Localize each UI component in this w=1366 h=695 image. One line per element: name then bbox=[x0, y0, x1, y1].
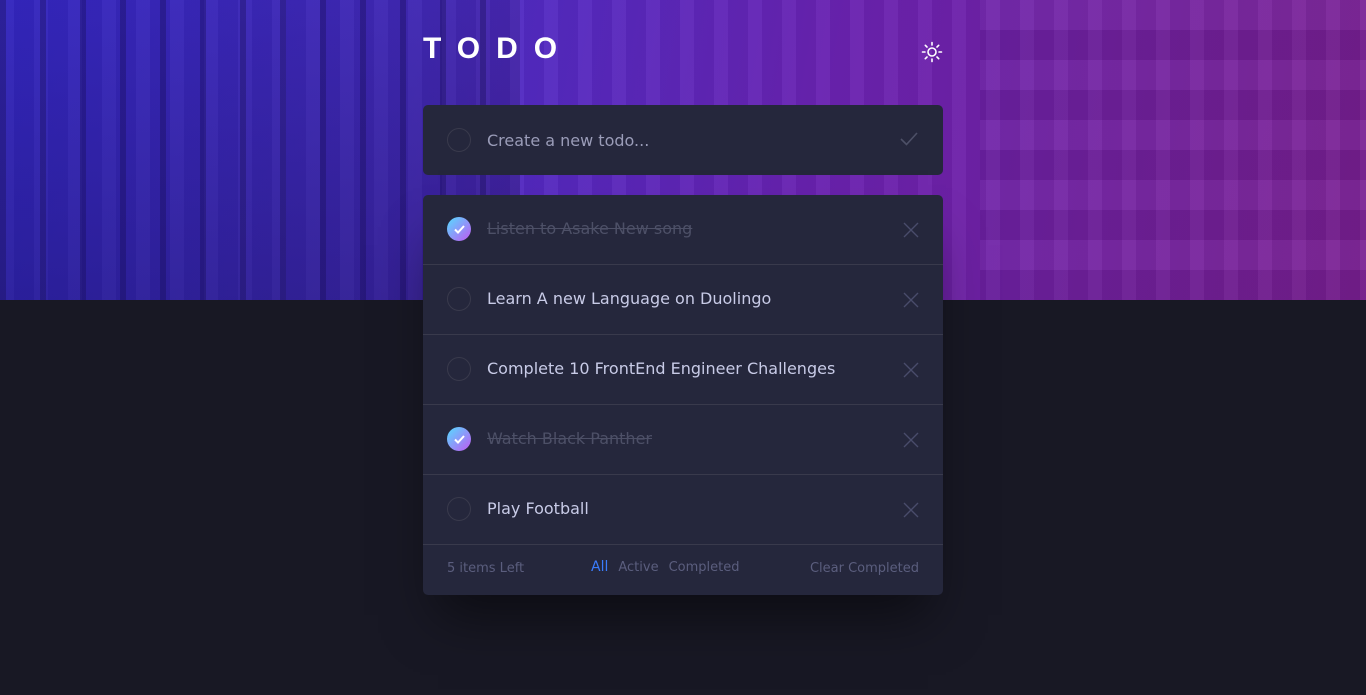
create-todo-circle[interactable] bbox=[447, 128, 471, 152]
todo-text: Complete 10 FrontEnd Engineer Challenges bbox=[487, 359, 836, 378]
todo-text: Watch Black Panther bbox=[487, 429, 652, 448]
todo-text: Learn A new Language on Duolingo bbox=[487, 289, 772, 308]
todo-item: Listen to Asake New song bbox=[423, 195, 943, 265]
cross-icon[interactable] bbox=[903, 362, 919, 378]
todo-item: Complete 10 FrontEnd Engineer Challenges bbox=[423, 335, 943, 405]
todo-toggle[interactable] bbox=[447, 217, 471, 241]
cross-icon[interactable] bbox=[903, 432, 919, 448]
check-icon bbox=[454, 225, 465, 234]
check-icon[interactable] bbox=[899, 131, 919, 147]
todo-item: Watch Black Panther bbox=[423, 405, 943, 475]
header: TODO bbox=[423, 33, 943, 73]
cross-icon[interactable] bbox=[903, 292, 919, 308]
todo-list: Listen to Asake New song Learn A new Lan… bbox=[423, 195, 943, 595]
filter-group: All Active Completed bbox=[591, 559, 739, 575]
check-icon bbox=[454, 435, 465, 444]
items-left-count: 5 items Left bbox=[447, 561, 525, 576]
filter-active[interactable]: Active bbox=[618, 560, 658, 575]
sun-icon[interactable] bbox=[921, 41, 943, 63]
todo-toggle[interactable] bbox=[447, 287, 471, 311]
todo-toggle[interactable] bbox=[447, 497, 471, 521]
todo-toggle[interactable] bbox=[447, 427, 471, 451]
todo-text: Play Football bbox=[487, 499, 589, 518]
clear-completed-button[interactable]: Clear Completed bbox=[810, 561, 919, 576]
todo-footer: 5 items Left All Active Completed Clear … bbox=[423, 545, 943, 595]
cross-icon[interactable] bbox=[903, 502, 919, 518]
app-title: TODO bbox=[423, 32, 574, 65]
create-todo-input[interactable] bbox=[487, 127, 867, 153]
todo-item: Learn A new Language on Duolingo bbox=[423, 265, 943, 335]
create-todo-form bbox=[423, 105, 943, 175]
todo-item: Play Football bbox=[423, 475, 943, 545]
todo-text: Listen to Asake New song bbox=[487, 219, 693, 238]
cross-icon[interactable] bbox=[903, 222, 919, 238]
hero-texture bbox=[980, 0, 1366, 300]
filter-completed[interactable]: Completed bbox=[669, 560, 740, 575]
filter-all[interactable]: All bbox=[591, 559, 608, 575]
todo-toggle[interactable] bbox=[447, 357, 471, 381]
